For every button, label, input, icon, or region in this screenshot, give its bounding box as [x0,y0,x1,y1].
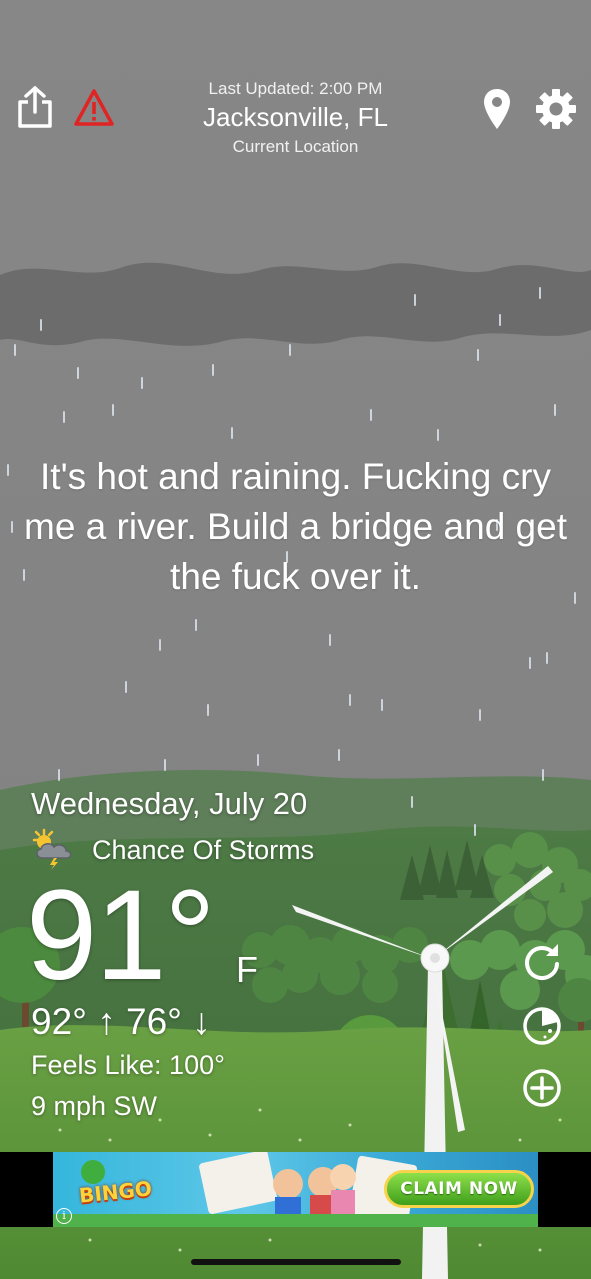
high-low-temperature: 92° ↑ 76° ↓ [31,1001,211,1042]
info-icon[interactable]: i [56,1208,72,1224]
add-button[interactable] [520,1066,564,1110]
temperature-unit: F [236,949,258,990]
wind-speed: 9 mph SW [31,1091,158,1121]
refresh-button[interactable] [520,940,564,984]
weather-condition: Chance Of Storms [92,835,315,865]
cloud-band [0,262,591,346]
feels-like-temperature: Feels Like: 100° [31,1050,225,1080]
warning-icon [74,89,114,126]
settings-button[interactable] [535,88,577,130]
gear-icon [536,89,576,129]
claim-now-button[interactable]: CLAIM NOW [384,1170,534,1208]
radar-button[interactable] [520,1004,564,1048]
forecast-date: Wednesday, July 20 [31,786,308,821]
location-button[interactable] [482,88,512,130]
ad-creative[interactable]: BINGO CLAIM NOW i [53,1152,538,1227]
share-icon [18,86,52,128]
weather-message: It's hot and raining. Fucking cry me a r… [24,456,567,597]
map-pin-icon [484,89,510,129]
add-icon [523,1069,561,1107]
weather-scene-background [0,0,591,1279]
last-updated-time: Last Updated: 2:00 PM [208,79,383,98]
alert-button[interactable] [73,88,115,128]
city-name: Jacksonville, FL [203,102,388,132]
radar-icon [523,1007,561,1045]
home-indicator[interactable] [191,1259,401,1265]
location-label: Current Location [232,137,359,156]
ad-banner[interactable]: BINGO CLAIM NOW i [0,1152,591,1227]
refresh-icon [525,944,559,981]
share-button[interactable] [16,86,54,130]
current-temperature: 91° [26,864,216,1007]
